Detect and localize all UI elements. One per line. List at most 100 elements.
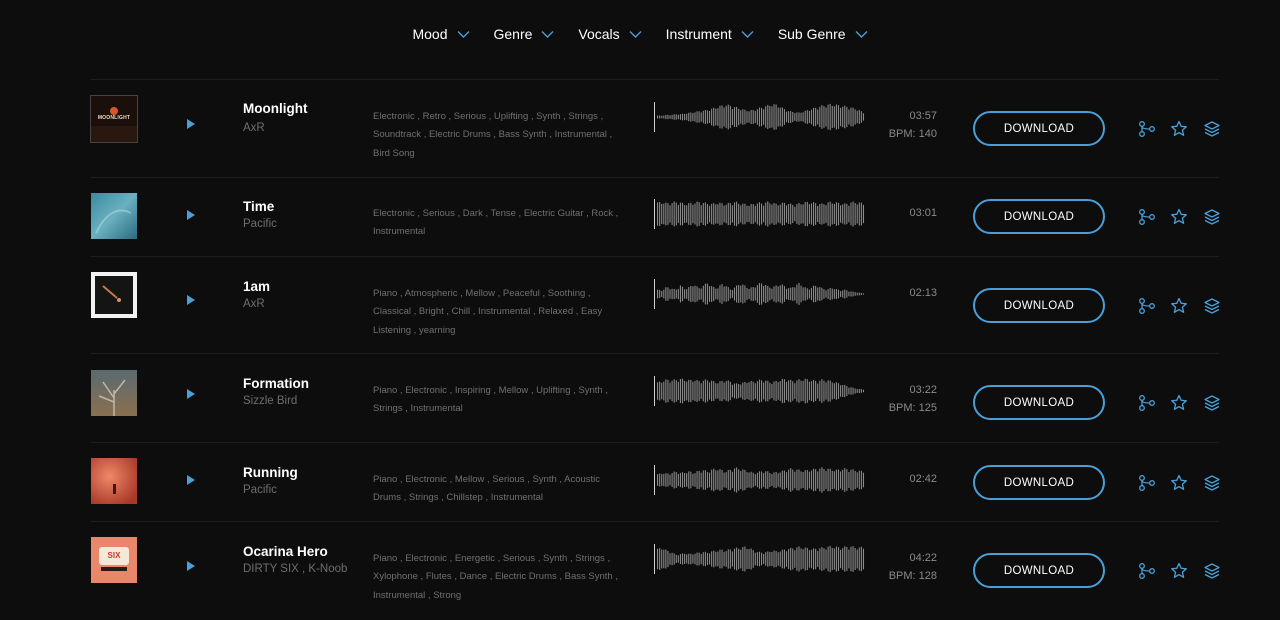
track-artist[interactable]: DIRTY SIX , K-Noob	[243, 563, 347, 575]
track-title[interactable]: Moonlight	[243, 101, 307, 116]
waveform-bar	[821, 547, 823, 571]
favorite-button[interactable]	[1170, 562, 1188, 580]
waveform-bar	[792, 204, 794, 224]
waveform-bar	[684, 289, 686, 299]
play-button[interactable]	[185, 559, 197, 571]
add-to-playlist-button[interactable]	[1203, 394, 1221, 412]
album-cover[interactable]: SIX	[91, 537, 137, 583]
waveform-bar	[744, 469, 746, 491]
waveform-bar	[856, 472, 858, 488]
waveform-bar	[748, 289, 750, 299]
waveform-bar	[817, 471, 819, 489]
track-duration-block: 03:57 BPM: 140	[889, 107, 937, 143]
waveform-bar	[825, 549, 827, 569]
track-artist[interactable]: AxR	[243, 298, 265, 310]
play-button[interactable]	[185, 208, 197, 220]
waveform-bar	[850, 469, 852, 491]
add-to-playlist-button[interactable]	[1203, 297, 1221, 315]
download-button[interactable]: DOWNLOAD	[973, 288, 1105, 323]
waveform-bar	[775, 104, 777, 130]
filter-sub-genre[interactable]: Sub Genre	[778, 26, 868, 42]
play-button[interactable]	[185, 387, 197, 399]
filter-instrument[interactable]: Instrument	[666, 26, 754, 42]
waveform[interactable]	[654, 544, 866, 574]
waveform-bar	[727, 469, 729, 491]
track-bpm: BPM: 140	[888, 128, 937, 140]
waveform-bar	[729, 203, 731, 225]
filter-vocals[interactable]: Vocals	[578, 26, 642, 42]
play-button[interactable]	[185, 117, 197, 129]
waveform[interactable]	[654, 279, 866, 309]
waveform-bar	[725, 286, 727, 302]
stems-button[interactable]	[1138, 394, 1156, 412]
track-title[interactable]: 1am	[243, 279, 270, 294]
waveform-bar	[771, 204, 773, 224]
waveform-bar	[752, 472, 754, 488]
chevron-down-icon	[629, 30, 642, 39]
waveform-bar	[783, 286, 785, 302]
waveform-bar	[711, 469, 713, 491]
download-button[interactable]: DOWNLOAD	[973, 465, 1105, 500]
waveform[interactable]	[654, 376, 866, 406]
album-cover[interactable]	[91, 193, 137, 239]
album-cover[interactable]	[91, 370, 137, 416]
waveform-bar	[669, 289, 671, 299]
add-to-playlist-button[interactable]	[1203, 562, 1221, 580]
waveform-bar	[733, 548, 736, 570]
waveform-bar	[819, 548, 821, 570]
waveform-bar	[817, 550, 819, 568]
stems-button[interactable]	[1138, 120, 1156, 138]
favorite-button[interactable]	[1170, 297, 1188, 315]
add-to-playlist-button[interactable]	[1203, 474, 1221, 492]
waveform-bar	[671, 288, 673, 300]
download-button[interactable]: DOWNLOAD	[973, 199, 1105, 234]
album-cover[interactable]: MOONLIGHT	[90, 95, 138, 143]
track-artist[interactable]: Pacific	[243, 218, 277, 230]
stems-button[interactable]	[1138, 562, 1156, 580]
filter-genre[interactable]: Genre	[494, 26, 555, 42]
waveform-bar	[700, 288, 702, 300]
add-to-playlist-button[interactable]	[1203, 208, 1221, 226]
waveform-bar	[846, 385, 848, 397]
album-cover[interactable]	[91, 458, 137, 504]
track-title[interactable]: Ocarina Hero	[243, 544, 328, 559]
album-cover[interactable]	[91, 272, 137, 318]
waveform-bar	[783, 202, 785, 226]
favorite-button[interactable]	[1170, 208, 1188, 226]
waveform-bar	[831, 105, 833, 129]
favorite-button[interactable]	[1170, 394, 1188, 412]
waveform-bar	[846, 290, 848, 298]
track-title[interactable]: Formation	[243, 376, 309, 391]
stems-button[interactable]	[1138, 297, 1156, 315]
track-artist[interactable]: Pacific	[243, 484, 277, 496]
waveform-bar	[723, 551, 725, 567]
waveform-bar	[827, 289, 829, 299]
track-title[interactable]: Time	[243, 199, 274, 214]
waveform-bar	[806, 470, 808, 490]
download-button[interactable]: DOWNLOAD	[973, 553, 1105, 588]
waveform[interactable]	[654, 199, 866, 229]
waveform-bar	[746, 548, 748, 570]
filter-mood[interactable]: Mood	[412, 26, 469, 42]
waveform-bar	[796, 284, 798, 304]
stems-button[interactable]	[1138, 474, 1156, 492]
stems-button[interactable]	[1138, 208, 1156, 226]
play-button[interactable]	[185, 293, 197, 305]
favorite-button[interactable]	[1170, 120, 1188, 138]
favorite-button[interactable]	[1170, 474, 1188, 492]
track-title[interactable]: Running	[243, 465, 298, 480]
waveform-bar	[717, 383, 719, 399]
waveform[interactable]	[654, 102, 866, 132]
download-button[interactable]: DOWNLOAD	[973, 111, 1105, 146]
play-button[interactable]	[185, 473, 197, 485]
waveform-bar	[688, 287, 690, 301]
add-to-playlist-button[interactable]	[1203, 120, 1221, 138]
waveform-bar	[792, 111, 794, 123]
download-button[interactable]: DOWNLOAD	[973, 385, 1105, 420]
waveform-bar	[721, 380, 723, 402]
waveform[interactable]	[654, 465, 866, 495]
waveform-bar	[856, 389, 858, 393]
track-artist[interactable]: Sizzle Bird	[243, 395, 297, 407]
waveform-bar	[825, 107, 827, 127]
track-artist[interactable]: AxR	[243, 122, 265, 134]
